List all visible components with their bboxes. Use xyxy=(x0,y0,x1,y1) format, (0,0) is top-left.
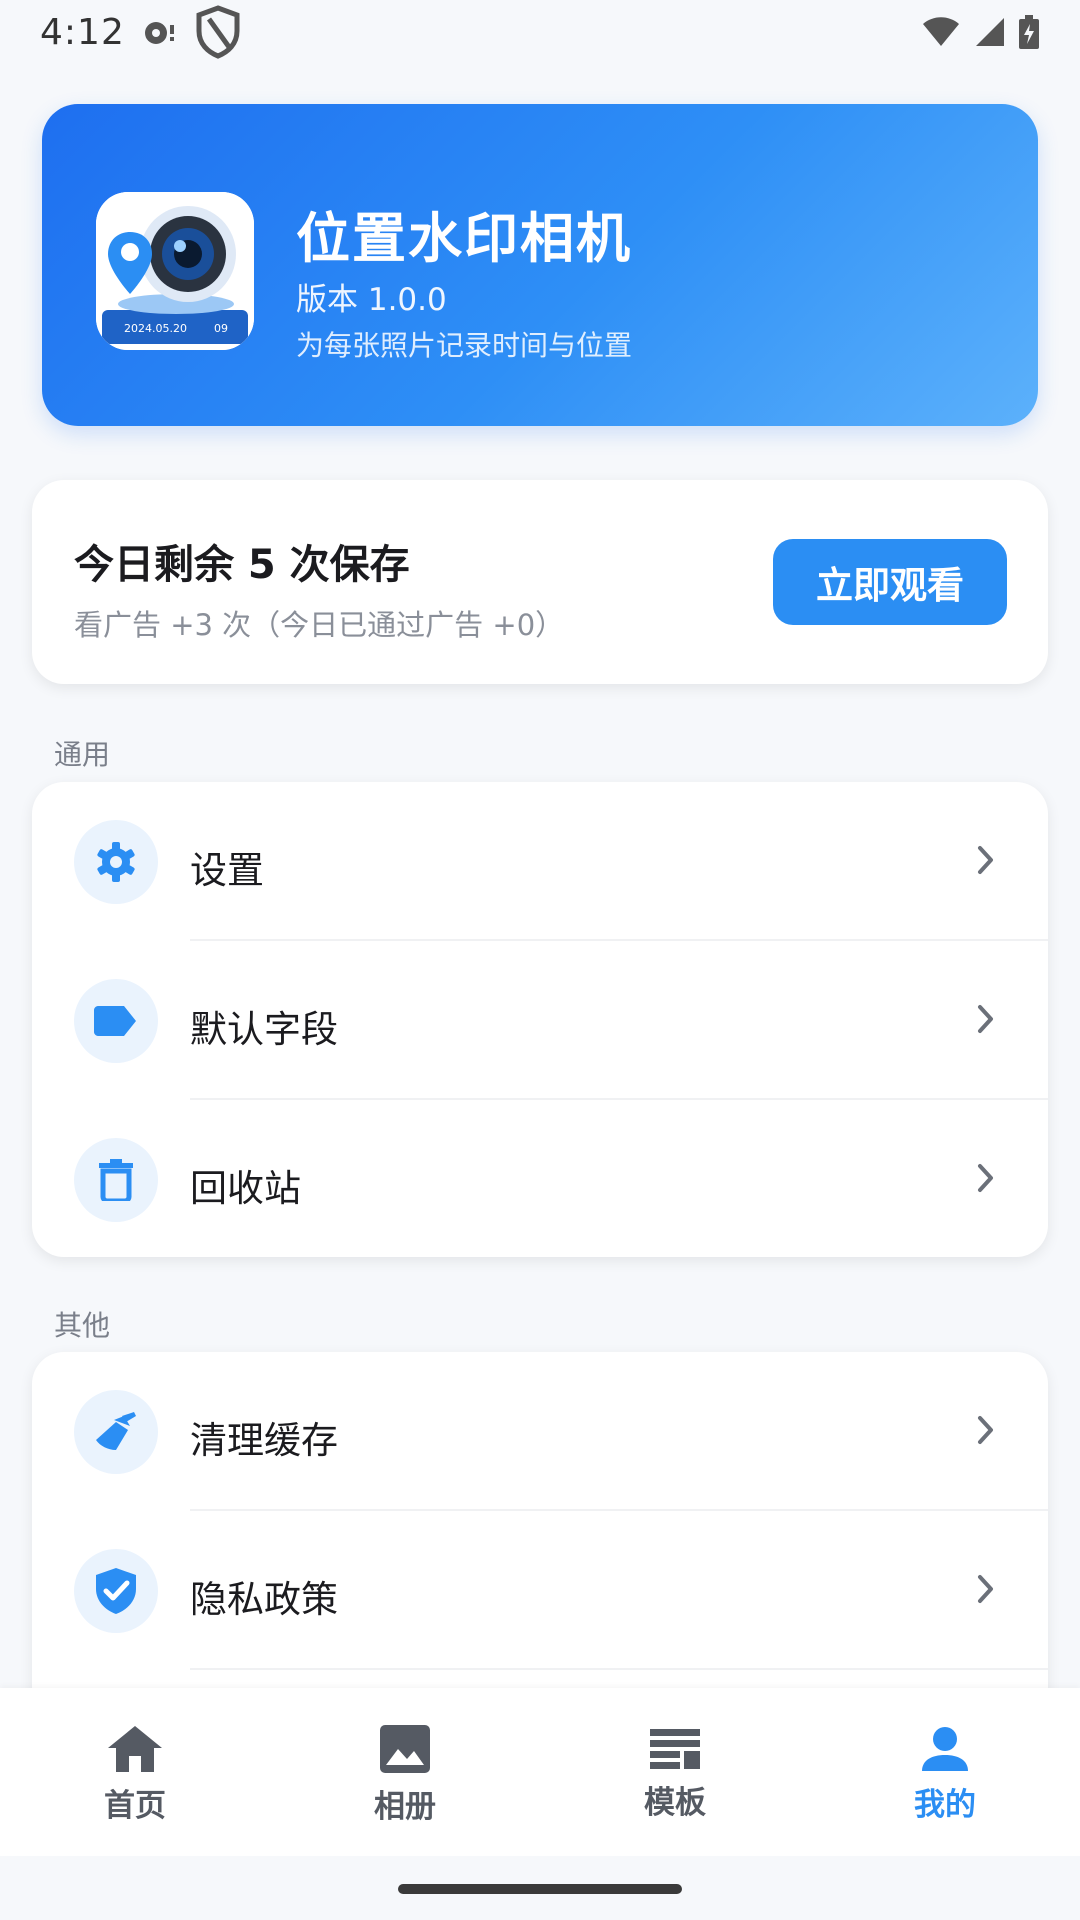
home-icon xyxy=(108,1725,162,1776)
nav-tab-album[interactable]: 相册 xyxy=(270,1688,540,1856)
app-name: 位置水印相机 xyxy=(296,207,632,270)
gear-icon xyxy=(74,820,158,904)
nav-tab-label: 我的 xyxy=(914,1786,976,1823)
shield-check-icon xyxy=(74,1549,158,1633)
profile-screen: 4:12 2024.05.20 09 位置水印相机 版本 1.0.0 为每张照片… xyxy=(0,0,1080,1920)
chevron-right-icon xyxy=(976,844,996,876)
list-item-settings[interactable]: 设置 xyxy=(32,782,1048,941)
chevron-right-icon xyxy=(976,1414,996,1446)
image-icon xyxy=(380,1724,430,1777)
list-item-label: 清理缓存 xyxy=(190,1419,338,1462)
chevron-right-icon xyxy=(976,1162,996,1194)
list-item-clear-cache[interactable]: 清理缓存 xyxy=(32,1352,1048,1511)
shield-status-icon xyxy=(195,5,241,59)
watch-ad-button[interactable]: 立即观看 xyxy=(773,539,1007,625)
app-version: 版本 1.0.0 xyxy=(296,282,447,318)
status-bar: 4:12 xyxy=(0,0,1080,64)
save-quota-card: 今日剩余 5 次保存 看广告 +3 次（今日已通过广告 +0） 立即观看 xyxy=(32,480,1048,684)
list-item-privacy-policy[interactable]: 隐私政策 xyxy=(32,1511,1048,1670)
list-item-label: 回收站 xyxy=(190,1167,301,1210)
status-time: 4:12 xyxy=(40,11,125,53)
section-header-other: 其他 xyxy=(54,1309,111,1342)
chevron-right-icon xyxy=(976,1003,996,1035)
trash-icon xyxy=(74,1138,158,1222)
tag-icon xyxy=(74,979,158,1063)
app-info-banner: 2024.05.20 09 位置水印相机 版本 1.0.0 为每张照片记录时间与… xyxy=(42,104,1038,426)
list-item-trash[interactable]: 回收站 xyxy=(32,1100,1048,1257)
nav-tab-home[interactable]: 首页 xyxy=(0,1688,270,1856)
list-item-label: 隐私政策 xyxy=(190,1578,338,1621)
app-logo-extra-text: 09 xyxy=(214,322,228,335)
home-indicator[interactable] xyxy=(398,1884,682,1894)
chevron-right-icon xyxy=(976,1573,996,1605)
bottom-navigation-bar: 首页 相册 模板 我的 xyxy=(0,1688,1080,1856)
app-logo-date-text: 2024.05.20 xyxy=(124,322,187,335)
nav-tab-label: 首页 xyxy=(104,1787,166,1824)
notification-dot-icon xyxy=(143,17,177,47)
app-tagline: 为每张照片记录时间与位置 xyxy=(296,329,633,362)
wifi-icon xyxy=(922,16,960,48)
broom-icon xyxy=(74,1390,158,1474)
general-settings-list: 设置 默认字段 回收站 xyxy=(32,782,1048,1257)
nav-tab-mine[interactable]: 我的 xyxy=(810,1688,1080,1856)
ad-bonus-text: 看广告 +3 次（今日已通过广告 +0） xyxy=(74,608,565,642)
cellular-signal-icon xyxy=(972,16,1006,48)
nav-tab-templates[interactable]: 模板 xyxy=(540,1688,810,1856)
app-logo-icon: 2024.05.20 09 xyxy=(96,192,254,350)
template-icon xyxy=(650,1728,700,1773)
section-header-general: 通用 xyxy=(54,738,111,771)
remaining-saves-text: 今日剩余 5 次保存 xyxy=(74,542,410,588)
person-icon xyxy=(922,1726,968,1775)
nav-tab-label: 模板 xyxy=(644,1784,706,1821)
battery-charging-icon xyxy=(1018,15,1040,49)
list-item-label: 设置 xyxy=(190,849,264,892)
list-item-default-fields[interactable]: 默认字段 xyxy=(32,941,1048,1100)
list-item-label: 默认字段 xyxy=(190,1008,338,1051)
nav-tab-label: 相册 xyxy=(374,1788,436,1825)
divider xyxy=(190,1668,1048,1670)
